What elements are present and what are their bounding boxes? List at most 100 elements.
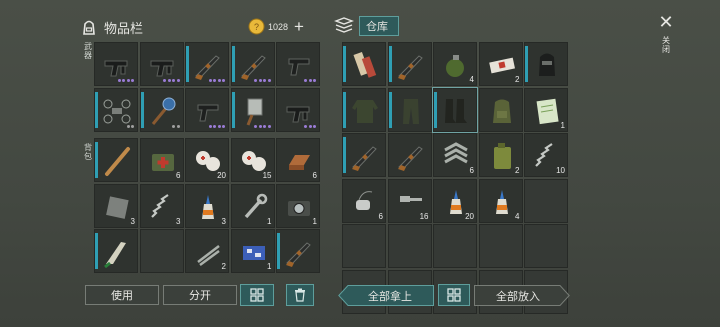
- weapon-slot[interactable]: [230, 42, 275, 86]
- warehouse-slot[interactable]: [342, 224, 386, 268]
- weapon-slot[interactable]: [185, 42, 229, 86]
- backpack-slot[interactable]: [94, 138, 138, 182]
- use-button[interactable]: 使用: [85, 285, 159, 305]
- backpack-slot[interactable]: 3: [139, 183, 184, 228]
- grenade-icon: [446, 55, 464, 77]
- warehouse-slot[interactable]: [524, 224, 568, 268]
- weapon-slot[interactable]: [139, 87, 184, 132]
- weapon-slot[interactable]: [94, 87, 138, 132]
- shotgun-icon: [397, 55, 423, 80]
- item-count: 4: [515, 211, 520, 221]
- warehouse-slot[interactable]: 2: [478, 133, 523, 177]
- backpack-slot[interactable]: 1: [230, 183, 275, 228]
- weapon-slot[interactable]: [139, 42, 184, 86]
- put-all-button[interactable]: 全部放入: [474, 285, 570, 306]
- warehouse-slot[interactable]: 1: [524, 87, 568, 132]
- warehouse-slot[interactable]: [478, 224, 523, 268]
- warehouse-slot[interactable]: 16: [387, 178, 432, 223]
- item-count: 2: [221, 262, 226, 271]
- backpack-slot[interactable]: 2: [185, 229, 229, 273]
- backpack-icon: [492, 99, 511, 123]
- warehouse-slot[interactable]: [524, 178, 568, 223]
- item-count: 16: [419, 211, 429, 221]
- take-all-button[interactable]: 全部拿上: [338, 285, 434, 306]
- warehouse-slot[interactable]: 6: [342, 178, 386, 223]
- backpack-slot[interactable]: [139, 229, 184, 273]
- warehouse-slot[interactable]: [478, 87, 523, 132]
- backpack-slot[interactable]: 1: [276, 183, 320, 228]
- item-count: 10: [556, 166, 565, 175]
- cleaver-icon: [246, 98, 262, 126]
- backpack-slot[interactable]: 3: [185, 183, 229, 228]
- weapon-slot[interactable]: [276, 42, 320, 86]
- inventory-header: 物品栏: [80, 16, 143, 38]
- warehouse-slot[interactable]: [432, 86, 478, 133]
- close-label: 关闭: [662, 36, 670, 54]
- sort-inventory-button[interactable]: [240, 284, 274, 306]
- smg-icon: [104, 60, 128, 77]
- backpack-slot[interactable]: 3: [94, 183, 138, 228]
- warehouse-slot[interactable]: 2: [478, 42, 523, 86]
- wrench-icon: [244, 193, 267, 218]
- warehouse-slot[interactable]: [387, 42, 432, 86]
- warehouse-slot[interactable]: [387, 133, 432, 177]
- close-icon[interactable]: ✕: [656, 12, 676, 32]
- item-count: 6: [378, 211, 383, 221]
- weapon-slot[interactable]: [230, 87, 275, 132]
- backpack-slot[interactable]: 6: [139, 138, 184, 182]
- item-count: 1: [267, 262, 272, 271]
- grid-sort-icon: [447, 288, 461, 302]
- glue-icon: [495, 189, 508, 214]
- warehouse-slot[interactable]: [342, 87, 386, 132]
- sort-warehouse-button[interactable]: [438, 284, 470, 306]
- bat-icon: [105, 147, 130, 176]
- mace-icon: [151, 97, 175, 125]
- item-count: 1: [267, 216, 272, 226]
- backpack-slot[interactable]: 1: [230, 229, 275, 273]
- weapon-slot[interactable]: [276, 87, 320, 132]
- backpack-slot[interactable]: [94, 229, 138, 273]
- discard-button[interactable]: [286, 284, 314, 306]
- coin-display: ? 1028 +: [248, 18, 304, 35]
- quality-dots: [304, 79, 316, 82]
- item-count: 3: [176, 216, 181, 226]
- backpack-slot[interactable]: 20: [185, 138, 229, 182]
- item-count: 2: [515, 166, 520, 175]
- pipes-icon: [197, 245, 220, 267]
- svg-text:?: ?: [254, 22, 259, 32]
- warehouse-slot[interactable]: [524, 42, 568, 86]
- weapon-slot[interactable]: [185, 87, 229, 132]
- warehouse-slot[interactable]: [342, 133, 386, 177]
- warehouse-slot[interactable]: [342, 42, 386, 86]
- backpack-slot[interactable]: 15: [230, 138, 275, 182]
- warehouse-slot[interactable]: 10: [524, 133, 568, 177]
- circuit-icon: [242, 246, 265, 260]
- pistol-icon: [197, 104, 219, 121]
- quality-dots: [208, 124, 225, 128]
- warehouse-slot[interactable]: 4: [433, 42, 477, 86]
- close-button[interactable]: ✕ 关闭: [656, 12, 676, 54]
- weapon-slot[interactable]: [94, 42, 138, 86]
- jacket-icon: [352, 99, 378, 123]
- weapon-side-label: 武器: [84, 42, 92, 60]
- backpack-slot[interactable]: 6: [276, 138, 320, 182]
- add-coins-button[interactable]: +: [294, 18, 304, 35]
- backpack-side-label: 背包: [84, 143, 92, 161]
- backpack-slot[interactable]: [276, 229, 320, 273]
- warehouse-slot[interactable]: [387, 224, 432, 268]
- put-all-label: 全部放入: [496, 291, 540, 303]
- glue-icon: [202, 194, 214, 219]
- warehouse-slot[interactable]: [433, 224, 477, 268]
- split-button[interactable]: 分开: [163, 285, 237, 305]
- warehouse-title[interactable]: 仓库: [359, 16, 399, 36]
- quality-dots: [254, 124, 271, 128]
- quality-dots: [208, 79, 225, 82]
- warehouse-slot[interactable]: 4: [478, 178, 523, 223]
- warehouse-slot[interactable]: 20: [433, 178, 477, 223]
- trash-icon: [295, 288, 305, 302]
- warehouse-slot[interactable]: 6: [433, 133, 477, 177]
- item-count: 4: [469, 75, 474, 84]
- item-count: 1: [312, 216, 317, 226]
- item-count: 6: [312, 171, 317, 180]
- warehouse-slot[interactable]: [387, 87, 432, 132]
